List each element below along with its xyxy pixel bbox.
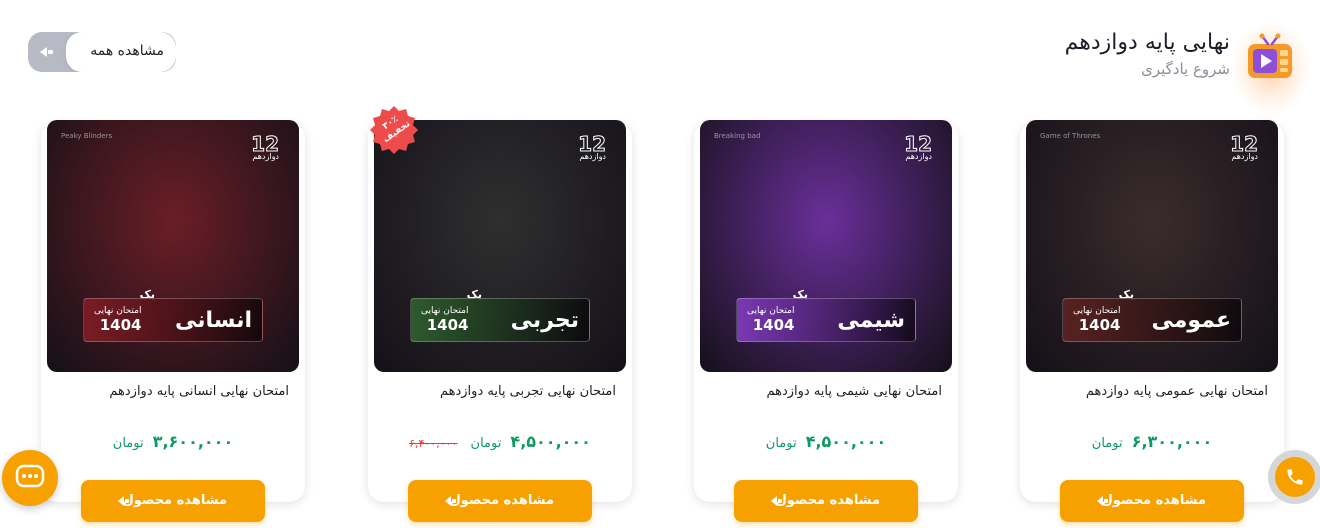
banner-year: 1404 <box>752 316 795 334</box>
price-currency: تومان <box>112 436 144 451</box>
price-amount: ۴,۵۰۰,۰۰۰ <box>805 432 887 451</box>
section-title: نهایی پایه دوازدهم <box>1064 30 1230 55</box>
price-currency: تومان <box>765 436 797 451</box>
view-product-label: مشاهده محصول <box>775 493 880 508</box>
banner-subject: شیمی <box>837 307 905 333</box>
phone-icon <box>1287 469 1303 485</box>
view-product-button[interactable]: مشاهده محصول <box>734 480 918 522</box>
view-all-label: مشاهده همه <box>90 43 164 59</box>
product-price: ۳,۶۰۰,۰۰۰ تومان <box>41 432 305 451</box>
product-thumbnail[interactable]: Peaky Blinders 12 دوازدهم یک انسانی امتح… <box>47 120 299 372</box>
banner-exam: امتحان نهایی <box>1073 306 1121 316</box>
banner-exam: امتحان نهایی <box>421 306 469 316</box>
banner-year: 1404 <box>1078 316 1121 334</box>
thumbnail-banner: تجربی امتحان نهایی 1404 <box>410 298 590 342</box>
product-card[interactable]: Peaky Blinders 12 دوازدهم یک انسانی امتح… <box>41 120 305 522</box>
product-card[interactable]: Game of Thrones 12 دوازدهم یک عمومی امتح… <box>1020 120 1284 522</box>
product-title[interactable]: امتحان نهایی شیمی پایه دوازدهم <box>766 384 942 399</box>
price-amount: ۳,۶۰۰,۰۰۰ <box>152 432 234 451</box>
product-card[interactable]: 12 دوازدهم یک تجربی امتحان نهایی 1404 ۳۰… <box>368 106 632 522</box>
view-product-label: مشاهده محصول <box>1101 493 1206 508</box>
thumbnail-banner: شیمی امتحان نهایی 1404 <box>736 298 916 342</box>
banner-exam: امتحان نهایی <box>747 306 795 316</box>
price-currency: تومان <box>470 436 502 451</box>
section-subtitle: شروع یادگیری <box>1141 60 1230 78</box>
thumbnail-banner: عمومی امتحان نهایی 1404 <box>1062 298 1242 342</box>
discount-badge: ۳۰٪ تخفیف <box>368 104 420 156</box>
product-thumbnail[interactable]: Game of Thrones 12 دوازدهم یک عمومی امتح… <box>1026 120 1278 372</box>
arrow-left-icon <box>40 47 53 57</box>
price-currency: تومان <box>1091 436 1123 451</box>
view-product-button[interactable]: مشاهده محصول <box>1060 480 1244 522</box>
banner-subject: انسانی <box>175 307 252 333</box>
old-price: ۶,۴۰۰,۰۰۰ <box>409 437 458 450</box>
banner-subject: تجربی <box>510 307 579 333</box>
thumbnail-corner-text: Peaky Blinders <box>61 132 113 140</box>
tv-play-icon <box>1248 33 1292 78</box>
price-amount: ۴,۵۰۰,۰۰۰ <box>510 432 591 451</box>
product-title[interactable]: امتحان نهایی انسانی پایه دوازدهم <box>109 384 289 399</box>
view-product-button[interactable]: مشاهده محصول <box>81 480 265 522</box>
product-title[interactable]: امتحان نهایی تجربی پایه دوازدهم <box>440 384 616 399</box>
banner-year: 1404 <box>426 316 469 334</box>
chat-button[interactable] <box>2 450 58 506</box>
phone-button[interactable] <box>1268 450 1320 504</box>
product-title[interactable]: امتحان نهایی عمومی پایه دوازدهم <box>1086 384 1268 399</box>
section-icon <box>1232 22 1310 114</box>
banner-exam: امتحان نهایی <box>94 306 142 316</box>
grade-label: دوازدهم <box>905 152 932 161</box>
product-thumbnail[interactable]: Breaking bad 12 دوازدهم یک شیمی امتحان ن… <box>700 120 952 372</box>
product-price: ۴,۵۰۰,۰۰۰ تومان <box>694 432 958 451</box>
product-card[interactable]: Breaking bad 12 دوازدهم یک شیمی امتحان ن… <box>694 120 958 522</box>
product-thumbnail[interactable]: 12 دوازدهم یک تجربی امتحان نهایی 1404 <box>374 120 626 372</box>
thumbnail-corner-text: Breaking bad <box>714 132 761 140</box>
banner-subject: عمومی <box>1151 307 1231 333</box>
view-product-label: مشاهده محصول <box>122 493 227 508</box>
view-all-button[interactable]: مشاهده همه <box>28 32 176 72</box>
grade-label: دوازدهم <box>579 152 606 161</box>
view-product-label: مشاهده محصول <box>449 493 554 508</box>
grade-label: دوازدهم <box>252 152 279 161</box>
price-amount: ۶,۳۰۰,۰۰۰ <box>1131 432 1213 451</box>
product-price: ۶,۳۰۰,۰۰۰ تومان <box>1020 432 1284 451</box>
product-price: ۴,۵۰۰,۰۰۰ تومان ۶,۴۰۰,۰۰۰ <box>368 432 632 451</box>
thumbnail-corner-text: Game of Thrones <box>1040 132 1101 140</box>
thumbnail-banner: انسانی امتحان نهایی 1404 <box>83 298 263 342</box>
chat-icon <box>15 464 45 488</box>
view-product-button[interactable]: مشاهده محصول <box>408 480 592 522</box>
grade-label: دوازدهم <box>1231 152 1258 161</box>
banner-year: 1404 <box>99 316 142 334</box>
